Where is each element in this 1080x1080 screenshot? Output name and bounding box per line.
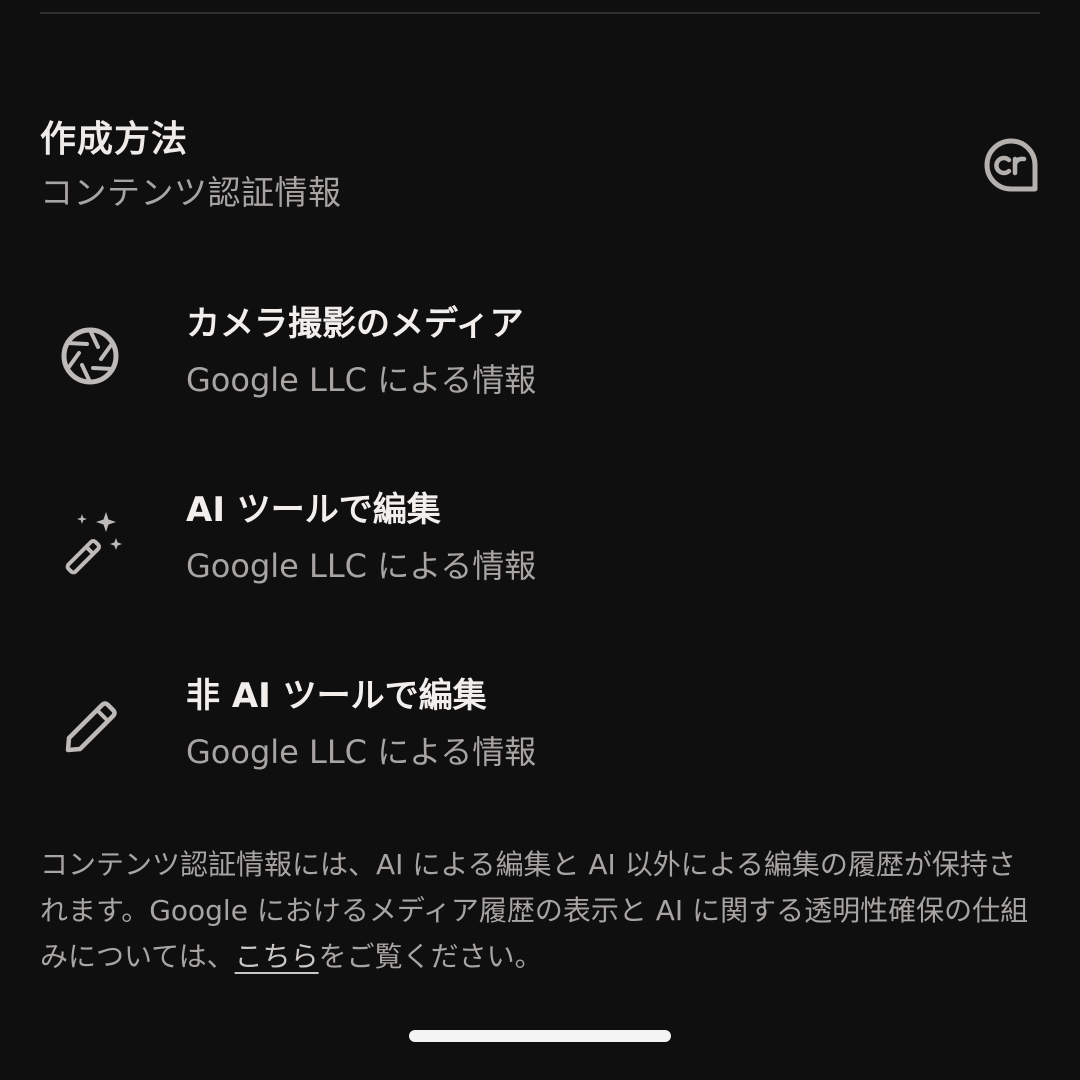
- row-subtitle: Google LLC による情報: [186, 733, 537, 771]
- magic-wand-sparkle-icon: [56, 508, 124, 576]
- section-subtitle: コンテンツ認証情報: [40, 173, 342, 212]
- footer-text-after-link: をご覧ください。: [318, 940, 543, 973]
- row-title: 非 AI ツールで編集: [186, 676, 487, 716]
- footer-description: コンテンツ認証情報には、AI による編集と AI 以外による編集の履歴が保持され…: [40, 842, 1040, 980]
- camera-aperture-icon: [56, 322, 124, 390]
- credential-row-ai-edit: AI ツールで編集 Google LLC による情報: [0, 482, 1080, 602]
- content-credentials-cr-icon: [984, 138, 1038, 192]
- top-divider: [40, 12, 1040, 14]
- row-text: カメラ撮影のメディア Google LLC による情報: [186, 296, 536, 408]
- section-header: 作成方法 コンテンツ認証情報: [40, 112, 1040, 218]
- home-gesture-bar[interactable]: [409, 1030, 671, 1042]
- section-title: 作成方法: [40, 119, 189, 160]
- row-subtitle: Google LLC による情報: [186, 547, 537, 585]
- learn-more-link[interactable]: こちら: [235, 940, 319, 973]
- row-title: AI ツールで編集: [186, 490, 441, 530]
- row-text: 非 AI ツールで編集 Google LLC による情報: [186, 668, 536, 780]
- row-text: AI ツールで編集 Google LLC による情報: [186, 482, 536, 594]
- pencil-icon: [56, 694, 124, 762]
- row-subtitle: Google LLC による情報: [186, 361, 537, 399]
- credential-row-non-ai-edit: 非 AI ツールで編集 Google LLC による情報: [0, 668, 1080, 788]
- credential-row-camera: カメラ撮影のメディア Google LLC による情報: [0, 296, 1080, 416]
- row-title: カメラ撮影のメディア: [186, 304, 524, 344]
